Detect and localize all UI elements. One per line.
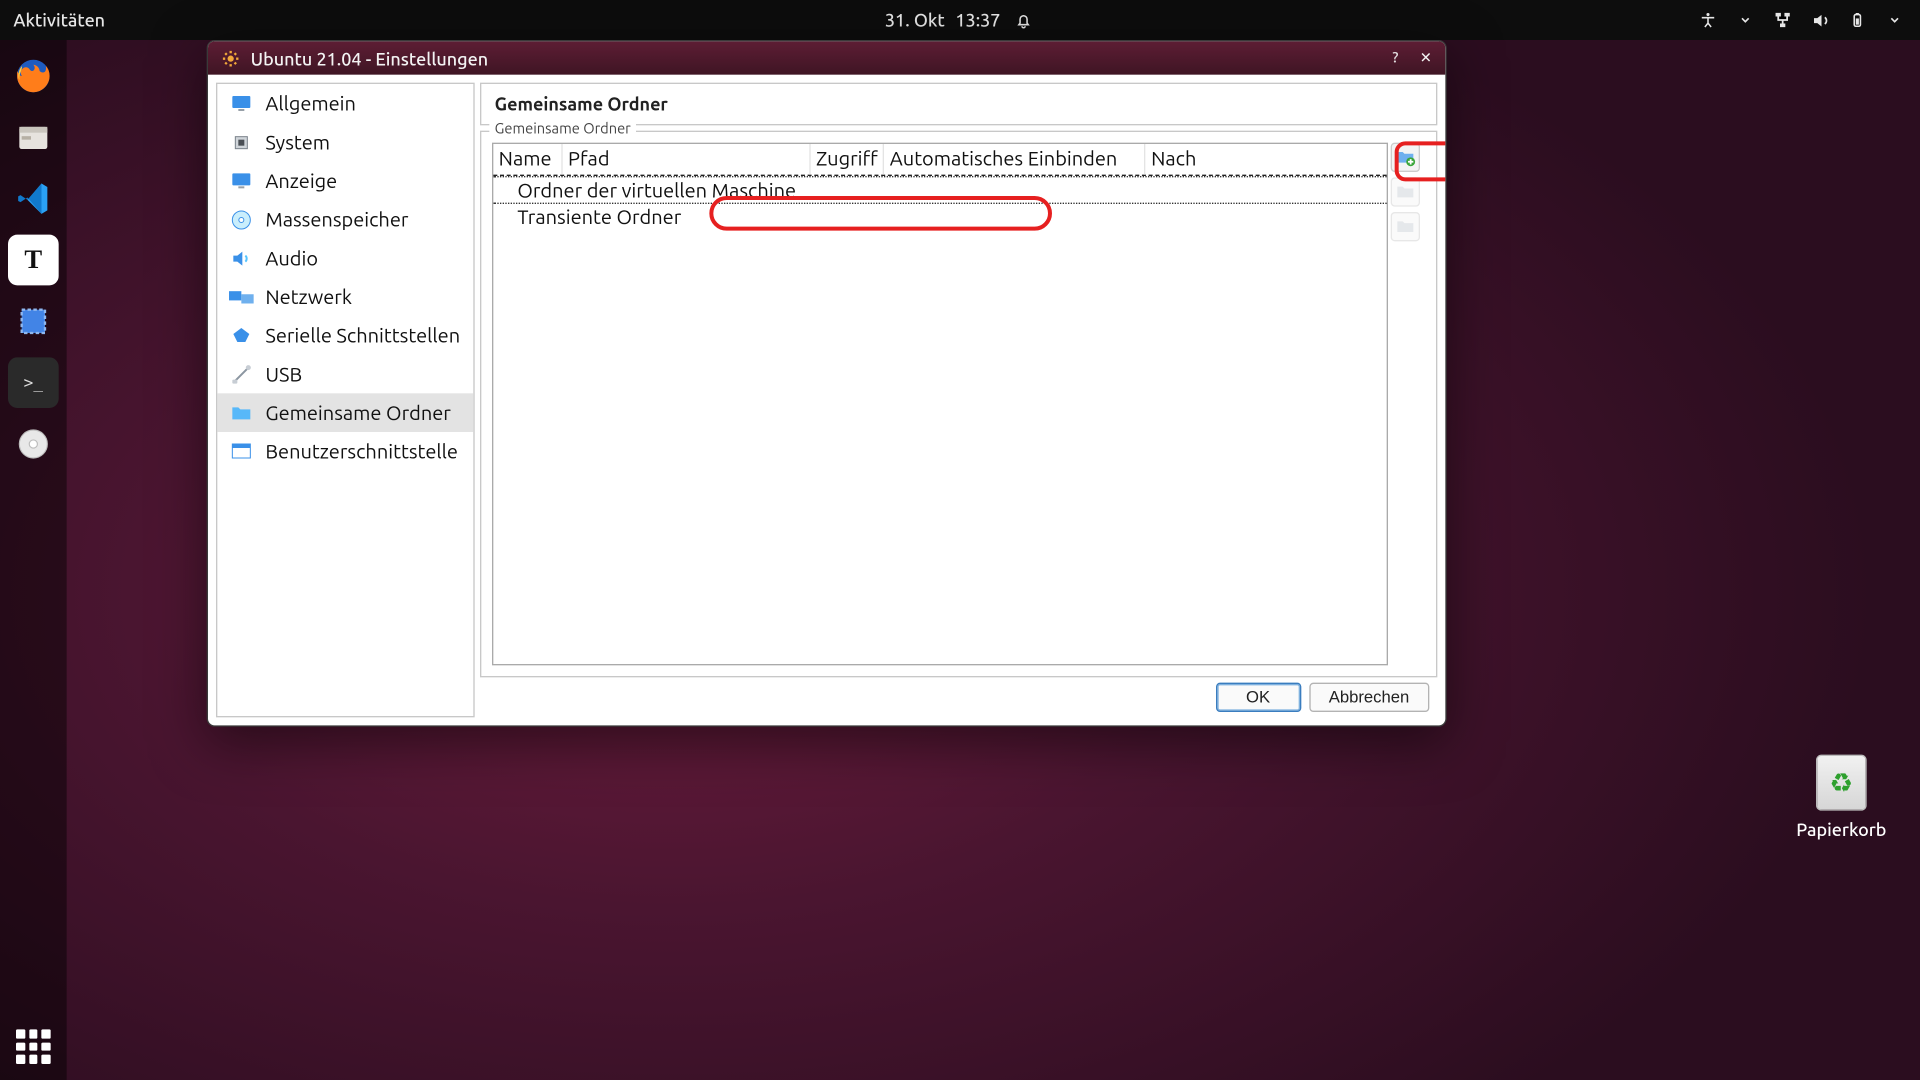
dock-text-editor[interactable]: T <box>8 235 59 286</box>
column-path[interactable]: Pfad <box>563 144 811 175</box>
sidebar-item-label: Netzwerk <box>265 285 352 308</box>
serial-icon <box>228 322 255 349</box>
accessibility-icon[interactable] <box>1696 8 1720 32</box>
breadcrumb: Gemeinsame Ordner <box>480 83 1437 126</box>
sidebar-item-storage[interactable]: Massenspeicher <box>217 200 473 239</box>
panel-time[interactable]: 13:37 <box>955 9 1000 30</box>
sidebar-item-serial[interactable]: Serielle Schnittstellen <box>217 316 473 355</box>
group-legend: Gemeinsame Ordner <box>489 121 636 137</box>
table-header: Name Pfad Zugriff Automatisches Einbinde… <box>493 144 1386 176</box>
table-toolbar <box>1391 143 1426 666</box>
activities-button[interactable]: Aktivitäten <box>0 9 105 30</box>
notifications-icon[interactable] <box>1011 8 1035 32</box>
trash-icon: ♻ <box>1816 755 1867 811</box>
dock-disc[interactable] <box>8 419 59 470</box>
sidebar-item-label: Benutzerschnittstelle <box>265 440 458 463</box>
sidebar-item-network[interactable]: Netzwerk <box>217 277 473 316</box>
sidebar-item-display[interactable]: Anzeige <box>217 161 473 200</box>
shared-folders-table[interactable]: Name Pfad Zugriff Automatisches Einbinde… <box>492 143 1388 666</box>
top-panel: Aktivitäten 31. Okt 13:37 <box>0 0 1920 40</box>
table-group-transient-folders[interactable]: Transiente Ordner <box>493 204 1386 229</box>
dock-screenshot[interactable] <box>8 296 59 347</box>
desktop-trash[interactable]: ♻ Papierkorb <box>1781 755 1901 840</box>
volume-icon[interactable] <box>1808 8 1832 32</box>
dock-vscode[interactable] <box>8 173 59 224</box>
network-wired-icon[interactable] <box>1771 8 1795 32</box>
sidebar-item-label: Massenspeicher <box>265 208 408 231</box>
disk-icon <box>228 206 255 233</box>
chevron-down-icon[interactable] <box>1733 8 1757 32</box>
shared-folders-group: Gemeinsame Ordner Name Pfad Zugriff Auto… <box>480 131 1437 678</box>
help-button[interactable]: ? <box>1384 50 1406 66</box>
sidebar-item-label: Allgemein <box>265 92 356 115</box>
network-icon <box>228 283 255 310</box>
monitor-icon <box>228 167 255 194</box>
table-group-machine-folders[interactable]: Ordner der virtuellen Maschine <box>493 176 1386 204</box>
panel-date[interactable]: 31. Okt <box>885 9 945 30</box>
gear-icon <box>219 46 243 70</box>
add-folder-button[interactable] <box>1391 143 1420 172</box>
ok-button[interactable]: OK <box>1215 683 1300 712</box>
desktop-trash-label: Papierkorb <box>1796 819 1886 840</box>
sidebar-item-shared-folders[interactable]: Gemeinsame Ordner <box>217 393 473 432</box>
remove-folder-button <box>1391 212 1420 241</box>
battery-icon[interactable] <box>1845 8 1869 32</box>
sidebar-item-label: Gemeinsame Ordner <box>265 401 451 424</box>
column-automount[interactable]: Automatisches Einbinden <box>884 144 1145 175</box>
column-name[interactable]: Name <box>493 144 562 175</box>
dock-show-apps[interactable] <box>16 1029 51 1064</box>
window-title: Ubuntu 21.04 - Einstellungen <box>251 47 488 68</box>
monitor-icon <box>228 90 255 117</box>
speaker-icon <box>228 245 255 272</box>
settings-sidebar: Allgemein System Anzeige Massenspeicher … <box>216 83 475 718</box>
sidebar-item-audio[interactable]: Audio <box>217 239 473 278</box>
column-access[interactable]: Zugriff <box>811 144 885 175</box>
close-button[interactable]: ✕ <box>1414 49 1437 66</box>
cancel-button[interactable]: Abbrechen <box>1309 683 1430 712</box>
chip-icon <box>228 129 255 156</box>
settings-window: Ubuntu 21.04 - Einstellungen ? ✕ Allgeme… <box>207 40 1447 727</box>
sidebar-item-label: Audio <box>265 247 318 270</box>
dialog-buttons: OK Abbrechen <box>480 683 1437 718</box>
usb-icon <box>228 361 255 388</box>
dock: T >_ <box>0 40 67 1080</box>
chevron-down-icon[interactable] <box>1883 8 1907 32</box>
folder-icon <box>228 399 255 426</box>
column-at[interactable]: Nach <box>1146 144 1387 175</box>
dock-files[interactable] <box>8 112 59 163</box>
sidebar-item-usb[interactable]: USB <box>217 355 473 394</box>
titlebar[interactable]: Ubuntu 21.04 - Einstellungen ? ✕ <box>208 41 1445 74</box>
ui-icon <box>228 438 255 465</box>
sidebar-item-system[interactable]: System <box>217 123 473 162</box>
sidebar-item-label: Anzeige <box>265 169 337 192</box>
sidebar-item-label: System <box>265 131 330 154</box>
sidebar-item-user-interface[interactable]: Benutzerschnittstelle <box>217 432 473 471</box>
sidebar-item-general[interactable]: Allgemein <box>217 84 473 123</box>
sidebar-item-label: USB <box>265 363 302 386</box>
edit-folder-button <box>1391 177 1420 206</box>
dock-firefox[interactable] <box>8 51 59 102</box>
sidebar-item-label: Serielle Schnittstellen <box>265 324 460 347</box>
dock-terminal[interactable]: >_ <box>8 357 59 408</box>
